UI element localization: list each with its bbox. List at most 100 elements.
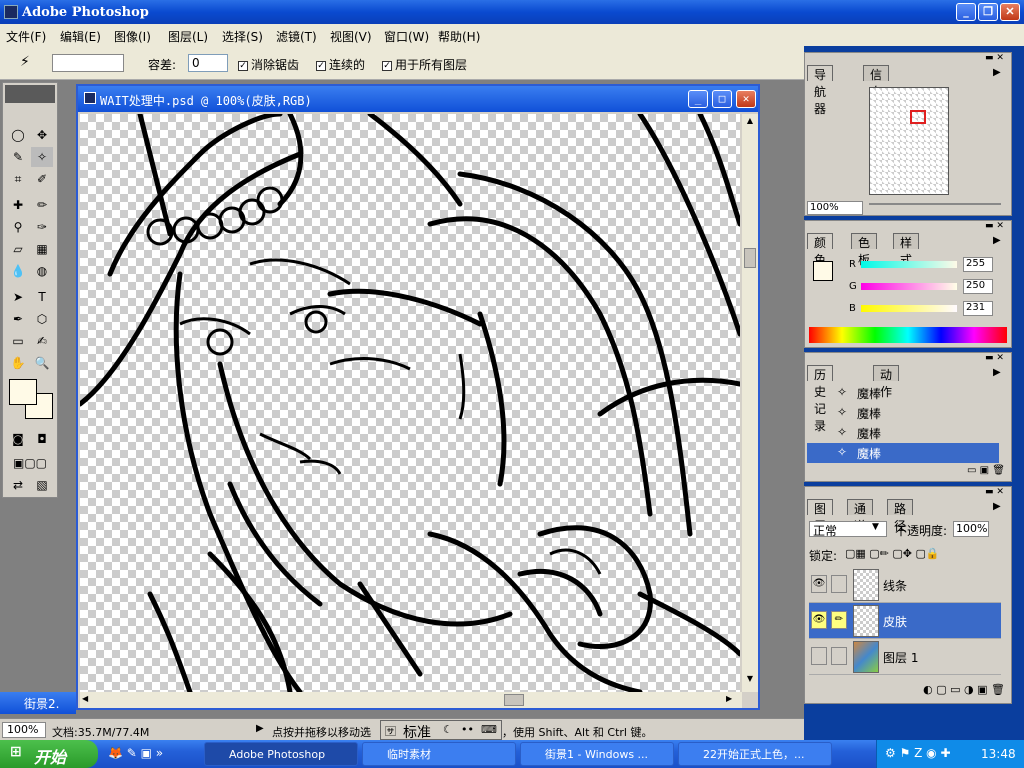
history-item[interactable]: ✧ 魔棒 (807, 383, 999, 403)
tab-channels[interactable]: 通道 (847, 499, 874, 533)
magic-wand-icon[interactable]: ⚡ (20, 54, 30, 70)
path-selection-icon[interactable]: ➤ (7, 287, 29, 307)
gradient-icon[interactable]: ▦ (31, 239, 53, 259)
move-icon[interactable]: ✥ (31, 125, 53, 145)
lock-icons[interactable]: ▢▦ ▢✏ ▢✥ ▢🔒 (845, 547, 940, 560)
tray-icons[interactable]: ⚙ ⚑ Z ◉ ✚ (885, 746, 951, 760)
navigator-zoom-field[interactable]: 100% (807, 201, 863, 215)
panel-menu-icon[interactable]: ▶ (993, 67, 1001, 78)
pen-icon[interactable]: ✒ (7, 309, 29, 329)
minimized-window[interactable]: 街景2. (0, 692, 76, 714)
scroll-left-icon[interactable]: ◀ (82, 694, 94, 706)
tab-info[interactable]: 信息 (863, 65, 890, 99)
lasso-icon[interactable]: ✎ (7, 147, 29, 167)
blur-icon[interactable]: 💧 (7, 261, 29, 281)
imageready-icon[interactable]: ⇄ (7, 475, 29, 495)
hand-icon[interactable]: ✋ (7, 353, 29, 373)
b-value-input[interactable]: 231 (963, 301, 993, 316)
vertical-scroll-thumb[interactable] (744, 248, 756, 268)
restore-button[interactable]: ❐ (978, 3, 998, 21)
scroll-right-icon[interactable]: ▶ (726, 694, 738, 706)
quicklaunch-icons[interactable]: 🦊 ✎ ▣ » (108, 746, 163, 760)
horizontal-scrollbar[interactable]: ◀ ▶ (80, 692, 742, 708)
r-value-input[interactable]: 255 (963, 257, 993, 272)
tab-color[interactable]: 颜色 (807, 233, 834, 267)
marquee-icon[interactable]: ◯ (7, 125, 29, 145)
menu-image[interactable]: 图像(I) (114, 28, 151, 45)
shape-icon[interactable]: ⬡ (31, 309, 53, 329)
status-zoom[interactable]: 100% (2, 722, 46, 738)
link-slot[interactable] (831, 575, 847, 593)
color-panel-close-icon[interactable]: ▬ ✕ (985, 221, 1004, 231)
tab-swatches[interactable]: 色板 (851, 233, 878, 267)
start-button[interactable]: ⊞ 开始 (0, 740, 98, 768)
menu-window[interactable]: 窗口(W) (384, 28, 429, 45)
slice-icon[interactable]: ✐ (31, 169, 53, 189)
tab-history[interactable]: 历史记录 (807, 365, 834, 433)
history-panel-close-icon[interactable]: ▬ ✕ (985, 353, 1004, 363)
magic-wand-tool-icon[interactable]: ✧ (31, 147, 53, 167)
menu-help[interactable]: 帮助(H) (438, 28, 480, 45)
brush-icon[interactable]: ✏ (831, 611, 847, 629)
brush-icon[interactable]: ✏ (31, 195, 53, 215)
standard-mode-icon[interactable]: ◙ (7, 429, 29, 449)
eye-icon-hidden[interactable] (811, 647, 827, 665)
ime-mode[interactable]: 标准 (403, 722, 431, 742)
minimize-button[interactable]: _ (956, 3, 976, 21)
eyedropper-icon[interactable]: ✍ (31, 331, 53, 351)
tolerance-input[interactable]: 0 (188, 54, 228, 72)
zoom-icon[interactable]: 🔍 (31, 353, 53, 373)
notes-icon[interactable]: ▭ (7, 331, 29, 351)
navigator-zoom-slider[interactable] (869, 203, 1001, 213)
history-item[interactable]: ✧ 魔棒 (807, 403, 999, 423)
ime-keyboard-icon[interactable]: ⌨ (481, 723, 497, 736)
navigator-view-box[interactable] (910, 110, 926, 124)
r-slider[interactable] (861, 261, 957, 268)
menu-select[interactable]: 选择(S) (222, 28, 263, 45)
anti-alias-checkbox[interactable]: ✓ 消除锯齿 (238, 56, 299, 73)
contiguous-checkbox[interactable]: ✓ 连续的 (316, 56, 365, 73)
ime-punct-icon[interactable]: •• (461, 723, 474, 736)
dodge-icon[interactable]: ◍ (31, 261, 53, 281)
scroll-up-icon[interactable]: ▲ (744, 116, 756, 128)
opacity-input[interactable]: 100% (953, 521, 989, 537)
tab-paths[interactable]: 路径 (887, 499, 914, 533)
layer-row-selected[interactable]: 👁 ✏ 皮肤 (809, 603, 1001, 639)
taskbar-item-street1[interactable]: 街景1 - Windows ... (520, 742, 674, 766)
history-brush-icon[interactable]: ✑ (31, 217, 53, 237)
history-item-selected[interactable]: ✧ 魔棒 (807, 443, 999, 463)
layers-panel-close-icon[interactable]: ▬ ✕ (985, 487, 1004, 497)
navigator-thumbnail[interactable] (869, 87, 949, 195)
healing-brush-icon[interactable]: ✚ (7, 195, 29, 215)
taskbar-item-photoshop[interactable]: Adobe Photoshop (204, 742, 358, 766)
screen-mode-icons[interactable]: ▣▢▢ (5, 453, 55, 473)
taskbar-item-folder[interactable]: 临时素材 (362, 742, 516, 766)
stamp-icon[interactable]: ⚲ (7, 217, 29, 237)
tab-actions[interactable]: 动作 (873, 365, 900, 399)
menu-file[interactable]: 文件(F) (6, 28, 46, 45)
color-spectrum-bar[interactable] (809, 327, 1007, 343)
menu-layer[interactable]: 图层(L) (168, 28, 208, 45)
g-value-input[interactable]: 250 (963, 279, 993, 294)
close-button[interactable]: ✕ (1000, 3, 1020, 21)
canvas[interactable] (80, 114, 740, 692)
layers-footer-icons[interactable]: ◐ ▢ ▭ ◑ ▣ 🗑 (825, 683, 1005, 699)
color-fg-swatch[interactable] (813, 261, 833, 281)
layer-row[interactable]: 图层 1 (809, 639, 1001, 675)
history-footer-icons[interactable]: ▭ ▣ 🗑 (915, 465, 1005, 479)
blend-mode-select[interactable]: 正常 ▼ (809, 521, 887, 538)
taskbar-item-browser[interactable]: 22开始正式上色，... (678, 742, 832, 766)
eye-icon[interactable]: 👁 (811, 611, 827, 629)
foreground-color-swatch-top[interactable] (9, 379, 37, 405)
b-slider[interactable] (861, 305, 957, 312)
jump-icon[interactable]: ▧ (31, 475, 53, 495)
eye-icon[interactable]: 👁 (811, 575, 827, 593)
horizontal-scroll-thumb[interactable] (504, 694, 524, 706)
doc-minimize-button[interactable]: _ (688, 90, 708, 108)
menu-view[interactable]: 视图(V) (330, 28, 372, 45)
layer-row[interactable]: 👁 线条 (809, 567, 1001, 603)
crop-icon[interactable]: ⌗ (7, 169, 29, 189)
vertical-scrollbar[interactable]: ▲ ▼ (742, 114, 758, 692)
menu-edit[interactable]: 编辑(E) (60, 28, 101, 45)
scroll-down-icon[interactable]: ▼ (744, 674, 756, 686)
